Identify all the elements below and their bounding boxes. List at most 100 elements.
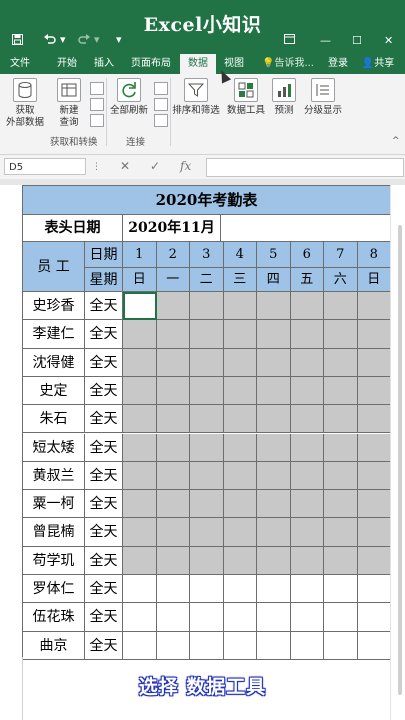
- attendance-cell[interactable]: [156, 631, 190, 660]
- day-number-cell[interactable]: 2: [156, 242, 190, 268]
- attendance-cell[interactable]: [223, 631, 257, 660]
- day-number-cell[interactable]: 3: [190, 242, 224, 268]
- attendance-cell[interactable]: [290, 292, 324, 321]
- attendance-cell[interactable]: [324, 603, 358, 632]
- weekday-cell[interactable]: 日: [123, 268, 157, 292]
- attendance-cell[interactable]: [357, 292, 391, 321]
- employee-name-cell[interactable]: 曲京: [23, 631, 85, 660]
- shift-cell[interactable]: 全天: [85, 518, 123, 547]
- attendance-cell[interactable]: [290, 546, 324, 575]
- enter-icon[interactable]: ✓: [150, 159, 160, 173]
- employee-name-cell[interactable]: 短太矮: [23, 433, 85, 462]
- attendance-cell[interactable]: [290, 490, 324, 519]
- attendance-cell[interactable]: [123, 433, 157, 462]
- employee-header[interactable]: 员 工: [23, 242, 85, 292]
- attendance-cell[interactable]: [357, 546, 391, 575]
- tab-file[interactable]: 文件: [6, 54, 34, 74]
- new-query-button[interactable]: 新建 查询: [52, 78, 86, 129]
- attendance-cell[interactable]: [324, 461, 358, 491]
- header-date-blank[interactable]: [221, 215, 391, 242]
- save-icon[interactable]: [12, 34, 23, 48]
- employee-name-cell[interactable]: 粟一柯: [23, 490, 85, 519]
- attendance-cell[interactable]: [324, 433, 358, 462]
- attendance-cell[interactable]: [156, 461, 190, 491]
- attendance-cell[interactable]: [223, 603, 257, 632]
- attendance-cell[interactable]: [190, 292, 224, 321]
- attendance-cell[interactable]: [156, 320, 190, 349]
- scrollbar-thumb[interactable]: [398, 225, 402, 695]
- attendance-cell[interactable]: [156, 546, 190, 575]
- attendance-cell[interactable]: [357, 575, 391, 604]
- attendance-cell[interactable]: [190, 376, 224, 406]
- attendance-cell[interactable]: [324, 490, 358, 519]
- shift-cell[interactable]: 全天: [85, 320, 123, 349]
- attendance-cell[interactable]: [156, 575, 190, 604]
- attendance-cell[interactable]: [123, 348, 157, 377]
- share-button[interactable]: 👤共享: [356, 54, 400, 74]
- attendance-cell[interactable]: [123, 575, 157, 604]
- close-button[interactable]: ✕: [384, 34, 393, 47]
- shift-cell[interactable]: 全天: [85, 348, 123, 377]
- attendance-cell[interactable]: [123, 518, 157, 547]
- tab-home[interactable]: 开始: [52, 54, 82, 74]
- from-table-icon[interactable]: [90, 98, 104, 111]
- attendance-cell[interactable]: [324, 292, 358, 321]
- attendance-cell[interactable]: [190, 320, 224, 349]
- attendance-cell[interactable]: [123, 405, 157, 434]
- shift-cell[interactable]: 全天: [85, 490, 123, 519]
- attendance-cell[interactable]: [324, 546, 358, 575]
- attendance-cell[interactable]: [357, 405, 391, 434]
- attendance-cell[interactable]: [123, 546, 157, 575]
- shift-cell[interactable]: 全天: [85, 292, 123, 321]
- day-number-cell[interactable]: 7: [324, 242, 358, 268]
- forecast-button[interactable]: 预测: [270, 78, 298, 117]
- header-date-value[interactable]: 2020年11月: [123, 215, 221, 242]
- attendance-cell[interactable]: [190, 348, 224, 377]
- shift-cell[interactable]: 全天: [85, 405, 123, 434]
- attendance-cell[interactable]: [257, 631, 291, 660]
- shift-cell[interactable]: 全天: [85, 376, 123, 406]
- attendance-cell[interactable]: [324, 575, 358, 604]
- attendance-cell[interactable]: [357, 461, 391, 491]
- attendance-cell[interactable]: [290, 433, 324, 462]
- attendance-cell[interactable]: [324, 376, 358, 406]
- edit-links-icon[interactable]: [154, 114, 168, 127]
- weekday-cell[interactable]: 六: [324, 268, 358, 292]
- day-number-cell[interactable]: 8: [357, 242, 391, 268]
- attendance-cell[interactable]: [123, 490, 157, 519]
- attendance-cell[interactable]: [223, 575, 257, 604]
- cancel-icon[interactable]: ✕: [120, 159, 130, 173]
- attendance-cell[interactable]: [257, 348, 291, 377]
- tab-insert[interactable]: 插入: [89, 54, 119, 74]
- attendance-cell[interactable]: [190, 461, 224, 491]
- attendance-cell[interactable]: [257, 575, 291, 604]
- show-queries-icon[interactable]: [90, 82, 104, 95]
- attendance-cell[interactable]: [324, 405, 358, 434]
- attendance-cell[interactable]: [257, 320, 291, 349]
- weekday-cell[interactable]: 二: [190, 268, 224, 292]
- attendance-cell[interactable]: [324, 320, 358, 349]
- customize-qat-icon[interactable]: ▾: [116, 34, 122, 46]
- attendance-cell[interactable]: [257, 603, 291, 632]
- employee-name-cell[interactable]: 罗体仁: [23, 575, 85, 604]
- attendance-cell[interactable]: [257, 490, 291, 519]
- attendance-cell[interactable]: [190, 405, 224, 434]
- employee-name-cell[interactable]: 伍花珠: [23, 603, 85, 632]
- weekday-cell[interactable]: 日: [357, 268, 391, 292]
- weekday-label[interactable]: 星期: [85, 268, 123, 292]
- day-number-cell[interactable]: 6: [290, 242, 324, 268]
- day-number-cell[interactable]: 1: [123, 242, 157, 268]
- attendance-cell[interactable]: [223, 376, 257, 406]
- connections-icon[interactable]: [154, 82, 168, 95]
- attendance-cell[interactable]: [290, 348, 324, 377]
- attendance-cell[interactable]: [290, 631, 324, 660]
- outline-button[interactable]: 分级显示: [300, 78, 346, 117]
- shift-cell[interactable]: 全天: [85, 461, 123, 491]
- attendance-cell[interactable]: [257, 292, 291, 321]
- attendance-cell[interactable]: [223, 546, 257, 575]
- attendance-cell[interactable]: [223, 461, 257, 491]
- tell-me-box[interactable]: 💡告诉我...: [256, 54, 320, 74]
- attendance-cell[interactable]: [190, 631, 224, 660]
- employee-name-cell[interactable]: 黄叔兰: [23, 461, 85, 491]
- recent-sources-icon[interactable]: [90, 114, 104, 127]
